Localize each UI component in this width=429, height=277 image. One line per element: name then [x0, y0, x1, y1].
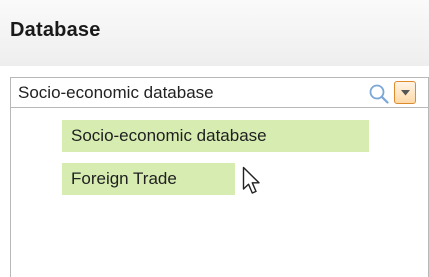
panel-title: Database [10, 19, 101, 41]
option-foreign-trade[interactable]: Foreign Trade [62, 163, 235, 195]
option-socio-economic-database[interactable]: Socio-economic database [62, 120, 369, 152]
search-icon[interactable] [368, 83, 390, 105]
database-select[interactable]: Socio-economic database [10, 77, 429, 108]
panel-header: Database [0, 0, 429, 66]
database-select-value: Socio-economic database [18, 83, 214, 102]
chevron-down-icon [401, 90, 410, 96]
dropdown-list: Socio-economic database Foreign Trade [10, 108, 429, 277]
dropdown-toggle-button[interactable] [394, 81, 416, 104]
mouse-pointer-icon [242, 166, 260, 194]
